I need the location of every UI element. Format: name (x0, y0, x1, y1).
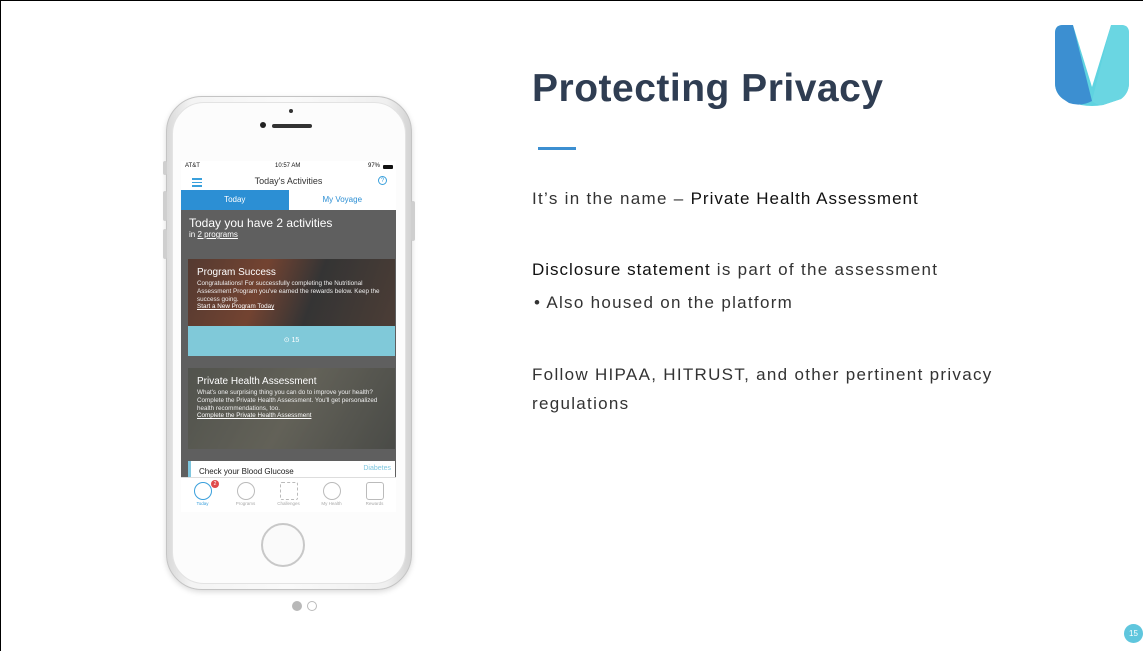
bullet-platform: • Also housed on the platform (534, 293, 794, 312)
flags-icon (279, 482, 298, 500)
app-nav-bar: Today's Activities ? (181, 173, 396, 190)
battery-icon (383, 165, 393, 169)
battery-label: 97% (367, 163, 380, 169)
phone-home-button (261, 523, 305, 567)
title-underline (538, 147, 576, 150)
phone-volume-down (163, 229, 167, 259)
target-icon (236, 482, 255, 500)
nav-title: Today's Activities (254, 176, 323, 186)
card-title: Private Health Assessment (197, 376, 317, 387)
carrier-label: AT&T (185, 163, 200, 169)
summary-sub: in 2 programs (189, 230, 388, 239)
status-time: 10:57 AM (275, 163, 301, 169)
regulations-line: Follow HIPAA, HITRUST, and other pertine… (532, 365, 993, 413)
card-text: What's one surprising thing you can do t… (197, 389, 378, 412)
slide-title: Protecting Privacy (532, 67, 884, 110)
nav-rewards[interactable]: Rewards (353, 478, 396, 512)
name-line-bold: Private Health Assessment (690, 189, 919, 208)
program-tag: Diabetes (363, 465, 391, 472)
nav-label: Rewards (365, 501, 384, 506)
gift-icon (365, 482, 384, 500)
nav-label: Challenges (277, 501, 300, 506)
page-number-badge: 15 (1124, 624, 1143, 643)
start-program-link[interactable]: Start a New Program Today (197, 303, 389, 310)
phone-screen: AT&T 10:57 AM 97% Today's Activities ? T… (181, 161, 396, 512)
slide: Protecting Privacy It’s in the name – Pr… (0, 0, 1143, 651)
compass-icon (193, 482, 212, 500)
nav-label: Today (196, 501, 209, 506)
pager-dot[interactable] (307, 601, 317, 611)
notification-badge: 2 (211, 480, 219, 488)
card-text: Congratulations! For successfully comple… (197, 280, 380, 303)
nav-challenges[interactable]: Challenges (267, 478, 310, 512)
name-line-prefix: It’s in the name – (532, 189, 691, 208)
tab-bar: Today My Voyage (181, 190, 396, 210)
program-success-card[interactable]: Program Success Congratulations! For suc… (188, 259, 395, 326)
help-icon[interactable]: ? (378, 176, 387, 185)
nav-programs[interactable]: Programs (224, 478, 267, 512)
nav-label: My Health (321, 501, 342, 506)
card-content: Private Health Assessment What's one sur… (197, 376, 389, 419)
disclosure-rest: is part of the assessment (710, 260, 939, 279)
reward-points-bar: ⊙ 15 (188, 326, 395, 356)
tab-today[interactable]: Today (181, 190, 289, 210)
phone-mute-switch (163, 161, 167, 175)
company-logo (1055, 25, 1129, 106)
card-title: Program Success (197, 267, 276, 278)
disclosure-line: Disclosure statement is part of the asse… (532, 260, 938, 280)
carousel-pager (292, 598, 322, 616)
nav-label: Programs (235, 501, 256, 506)
status-bar: AT&T 10:57 AM 97% (181, 161, 396, 173)
pager-dot-active[interactable] (292, 601, 302, 611)
phone-power-button (411, 201, 415, 241)
activity-label: Check your Blood Glucose (199, 467, 294, 476)
card-content: Program Success Congratulations! For suc… (197, 267, 389, 310)
phone-camera (260, 122, 266, 128)
nav-my-health[interactable]: My Health (310, 478, 353, 512)
summary-headline: Today you have 2 activities (189, 216, 333, 230)
menu-icon[interactable] (192, 178, 202, 189)
phone-sensor (289, 109, 293, 113)
bottom-nav: 2 Today Programs Challenges My Health Re… (181, 477, 396, 512)
health-assessment-card[interactable]: Private Health Assessment What's one sur… (188, 368, 395, 449)
activity-summary: Today you have 2 activities in 2 program… (181, 210, 396, 256)
phone-volume-up (163, 191, 167, 221)
disclosure-bold: Disclosure statement (532, 260, 711, 279)
tab-my-voyage[interactable]: My Voyage (288, 190, 396, 210)
complete-assessment-link[interactable]: Complete the Private Health Assessment (197, 412, 389, 419)
nav-today[interactable]: 2 Today (181, 478, 224, 512)
name-line: It’s in the name – Private Health Assess… (532, 189, 919, 209)
phone-speaker (272, 124, 312, 128)
person-icon (322, 482, 341, 500)
programs-link[interactable]: 2 programs (197, 230, 237, 239)
